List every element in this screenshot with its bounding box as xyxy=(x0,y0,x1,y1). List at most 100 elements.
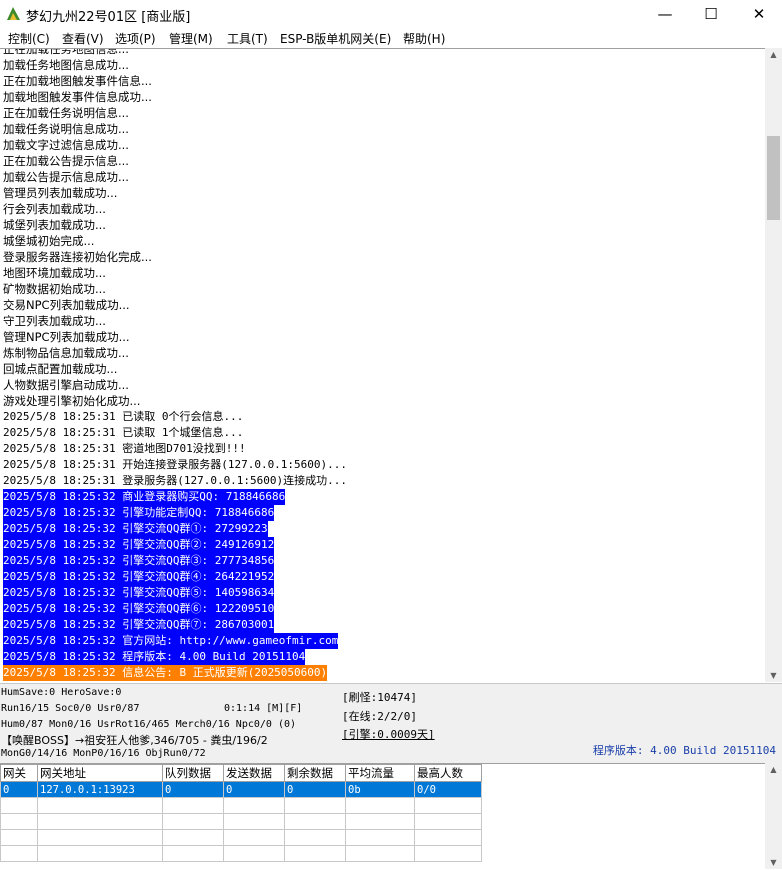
table-cell xyxy=(37,797,163,814)
table-cell xyxy=(345,829,415,846)
column-header[interactable]: 最高人数 xyxy=(414,764,482,782)
table-cell xyxy=(0,829,38,846)
column-header[interactable]: 剩余数据 xyxy=(284,764,346,782)
column-header[interactable]: 队列数据 xyxy=(162,764,224,782)
log-line: 2025/5/8 18:25:32 引擎交流QQ群①: 27299223 xyxy=(3,521,268,537)
table-scroll-up-icon[interactable]: ▲ xyxy=(765,765,782,774)
log-line: 加载任务说明信息成功... xyxy=(3,122,129,136)
status-counts: Hum0/87 Mon0/16 UsrRot16/465 Merch0/16 N… xyxy=(1,719,297,730)
status-run: Run16/15 Soc0/0 Usr0/87 xyxy=(1,703,140,714)
log-line: 正在加载公告提示信息... xyxy=(3,154,129,168)
log-line: 行会列表加载成功... xyxy=(3,202,106,216)
table-cell xyxy=(223,813,285,830)
log-line: 正在加载任务地图信息... xyxy=(3,48,129,56)
log-line: 城堡列表加载成功... xyxy=(3,218,106,232)
log-line: 2025/5/8 18:25:32 引擎交流QQ群⑥: 122209510 xyxy=(3,601,275,617)
menu-control[interactable]: 控制(C) xyxy=(8,30,50,47)
log-line: 矿物数据初始成功... xyxy=(3,282,106,296)
maximize-button[interactable]: ☐ xyxy=(688,0,734,28)
scroll-down-icon[interactable]: ▼ xyxy=(765,671,782,680)
menu-view[interactable]: 查看(V) xyxy=(62,30,104,47)
column-header[interactable]: 发送数据 xyxy=(223,764,285,782)
window-title: 梦幻九州22号01区 [商业版] xyxy=(26,10,191,25)
log-line: 加载公告提示信息成功... xyxy=(3,170,129,184)
menu-help[interactable]: 帮助(H) xyxy=(403,30,445,47)
table-cell xyxy=(414,813,482,830)
log-line: 加载地图触发事件信息成功... xyxy=(3,90,152,104)
table-cell xyxy=(414,845,482,862)
menu-options[interactable]: 选项(P) xyxy=(115,30,156,47)
table-cell xyxy=(284,829,346,846)
table-cell xyxy=(0,813,38,830)
log-line: 2025/5/8 18:25:32 引擎功能定制QQ: 718846686 xyxy=(3,505,275,521)
table-cell: 0 xyxy=(0,781,38,798)
log-line: 2025/5/8 18:25:31 登录服务器(127.0.0.1:5600)连… xyxy=(3,474,348,487)
log-line: 加载文字过滤信息成功... xyxy=(3,138,129,152)
log-line: 交易NPC列表加载成功... xyxy=(3,298,130,312)
status-boss: 【唤醒BOSS】→祖安狂人他爹,346/705 - 粪虫/196/2 xyxy=(1,734,268,747)
log-line: 2025/5/8 18:25:32 程序版本: 4.00 Build 20151… xyxy=(3,649,306,665)
table-cell: 0b xyxy=(345,781,415,798)
log-line: 管理员列表加载成功... xyxy=(3,186,118,200)
table-scrollbar[interactable]: ▲ ▼ xyxy=(765,763,782,869)
scroll-thumb[interactable] xyxy=(767,136,780,220)
column-header[interactable]: 平均流量 xyxy=(345,764,415,782)
log-scrollbar[interactable]: ▲ ▼ xyxy=(765,48,782,682)
table-row[interactable] xyxy=(0,813,482,830)
status-engine: [引擎:0.0009天] xyxy=(342,728,435,741)
log-line: 2025/5/8 18:25:32 商业登录器购买QQ: 718846686 xyxy=(3,489,286,505)
status-panel: HumSave:0 HeroSave:0 Run16/15 Soc0/0 Usr… xyxy=(0,683,782,763)
menu-gateway[interactable]: ESP-B版单机网关(E) xyxy=(280,30,391,47)
table-cell xyxy=(0,845,38,862)
table-row[interactable] xyxy=(0,845,482,862)
log-line: 2025/5/8 18:25:31 密道地图D701没找到!!! xyxy=(3,442,246,455)
table-cell xyxy=(414,797,482,814)
log-line: 2025/5/8 18:25:32 信息公告: B 正式版更新(20250506… xyxy=(3,665,328,681)
menu-manage[interactable]: 管理(M) xyxy=(169,30,213,47)
close-button[interactable]: ✕ xyxy=(736,0,782,28)
status-uptime: 0:1:14 [M][F] xyxy=(224,703,303,714)
status-monsters: MonG0/14/16 MonP0/16/16 ObjRun0/72 xyxy=(1,748,206,759)
table-cell xyxy=(37,845,163,862)
table-row[interactable]: 0 127.0.0.1:13923 0 0 0 0b 0/0 xyxy=(0,781,482,798)
log-line: 地图环境加载成功... xyxy=(3,266,106,280)
table-cell xyxy=(223,829,285,846)
log-line: 人物数据引擎启动成功... xyxy=(3,378,129,392)
table-scroll-down-icon[interactable]: ▼ xyxy=(765,858,782,867)
table-cell xyxy=(223,845,285,862)
table-cell xyxy=(414,829,482,846)
table-row[interactable] xyxy=(0,797,482,814)
log-line: 游戏处理引擎初始化成功... xyxy=(3,394,141,408)
menu-tools[interactable]: 工具(T) xyxy=(227,30,268,47)
table-cell xyxy=(284,813,346,830)
log-line: 2025/5/8 18:25:32 引擎交流QQ群④: 264221952 xyxy=(3,569,275,585)
log-line: 正在加载地图触发事件信息... xyxy=(3,74,152,88)
table-cell: 0/0 xyxy=(414,781,482,798)
table-cell xyxy=(162,845,224,862)
status-refresh: [刷怪:10474] xyxy=(342,691,417,704)
log-line: 炼制物品信息加载成功... xyxy=(3,346,129,360)
table-cell xyxy=(284,797,346,814)
table-cell: 0 xyxy=(223,781,285,798)
log-line: 2025/5/8 18:25:32 引擎交流QQ群⑤: 140598634 xyxy=(3,585,275,601)
table-cell xyxy=(0,797,38,814)
table-row[interactable] xyxy=(0,829,482,846)
table-cell xyxy=(162,813,224,830)
log-line: 2025/5/8 18:25:31 已读取 1个城堡信息... xyxy=(3,426,244,439)
log-line: 正在加载任务说明信息... xyxy=(3,106,129,120)
table-cell xyxy=(345,813,415,830)
app-logo-icon xyxy=(7,7,20,20)
scroll-up-icon[interactable]: ▲ xyxy=(765,50,782,59)
column-header[interactable]: 网关地址 xyxy=(37,764,163,782)
log-line: 2025/5/8 18:25:32 引擎交流QQ群③: 277734856 xyxy=(3,553,275,569)
table-cell: 0 xyxy=(162,781,224,798)
column-header[interactable]: 网关 xyxy=(0,764,38,782)
log-line: 2025/5/8 18:25:32 引擎交流QQ群⑦: 286703001 xyxy=(3,617,275,633)
title-bar: 梦幻九州22号01区 [商业版] — ☐ ✕ xyxy=(0,0,782,28)
menu-bar: 控制(C) 查看(V) 选项(P) 管理(M) 工具(T) ESP-B版单机网关… xyxy=(0,28,782,48)
log-line: 登录服务器连接初始化完成... xyxy=(3,250,152,264)
log-line: 城堡城初始完成... xyxy=(3,234,95,248)
log-output[interactable]: 正在加载任务地图信息... 加载任务地图信息成功... 正在加载地图触发事件信息..… xyxy=(0,48,765,683)
table-cell: 127.0.0.1:13923 xyxy=(37,781,163,798)
minimize-button[interactable]: — xyxy=(642,0,688,28)
